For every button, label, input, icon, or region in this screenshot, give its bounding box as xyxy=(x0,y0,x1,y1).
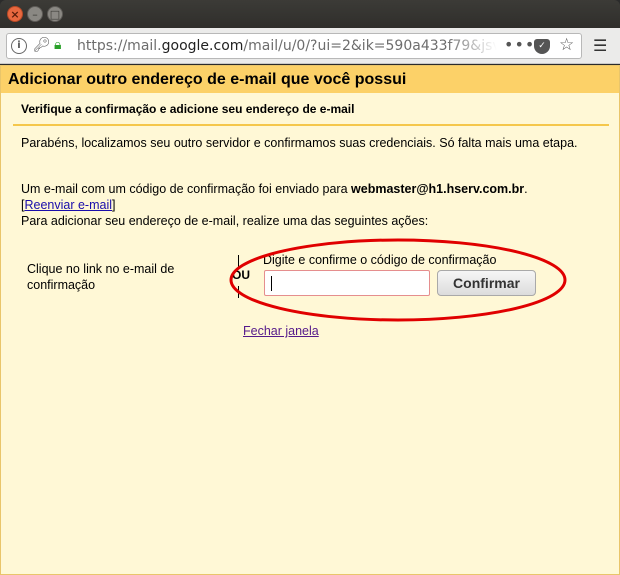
code-label: Digite e confirme o código de confirmaçã… xyxy=(263,253,497,267)
link-option-text: Clique no link no e-mail de confirmação xyxy=(27,262,175,292)
url-prefix: https://mail. xyxy=(77,38,162,54)
email-address: webmaster@h1.hserv.com.br xyxy=(351,182,525,196)
text-caret xyxy=(271,276,272,291)
url-host: google.com xyxy=(161,38,244,54)
success-message: Parabéns, localizamos seu outro servidor… xyxy=(21,136,578,150)
star-icon[interactable]: ☆ xyxy=(559,35,574,55)
lock-icon[interactable]: 🔒︎ xyxy=(54,37,61,53)
url-text[interactable]: https://mail.google.com/mail/u/0/?ui=2&i… xyxy=(77,38,497,54)
dialog-page: Adicionar outro endereço de e-mail que v… xyxy=(0,65,620,575)
separator-line-top xyxy=(238,255,239,267)
confirmation-code-input[interactable] xyxy=(264,270,430,296)
page-header: Adicionar outro endereço de e-mail que v… xyxy=(1,66,619,93)
section-title: Verifique a confirmação e adicione seu e… xyxy=(21,102,355,116)
confirmation-info: Um e-mail com um código de confirmação f… xyxy=(21,181,601,229)
sent-text: Um e-mail com um código de confirmação f… xyxy=(21,182,352,196)
close-window-link[interactable]: Fechar janela xyxy=(243,324,319,338)
window-close-button[interactable]: × xyxy=(7,6,23,22)
url-rest: /mail/u/0/?ui=2&ik=590a433f79&jsver= xyxy=(243,38,497,54)
bracket-close: ] xyxy=(112,198,116,212)
info-icon[interactable]: i xyxy=(11,38,27,54)
instructions-text: Para adicionar seu endereço de e-mail, r… xyxy=(21,214,429,228)
more-icon[interactable]: ••• xyxy=(504,35,535,54)
resend-email-link[interactable]: Reenviar e-mail xyxy=(24,198,112,212)
page-title: Adicionar outro endereço de e-mail que v… xyxy=(8,71,407,88)
separator-line-bottom xyxy=(238,286,239,298)
key-icon[interactable]: 🔑︎ xyxy=(33,37,51,53)
browser-toolbar: i 🔑︎ 🔒︎ https://mail.google.com/mail/u/0… xyxy=(0,28,620,64)
or-separator: OU xyxy=(232,268,250,282)
url-bar[interactable]: i 🔑︎ 🔒︎ https://mail.google.com/mail/u/0… xyxy=(6,33,582,59)
period: . xyxy=(524,182,528,196)
pocket-icon[interactable]: ✓ xyxy=(534,39,550,54)
menu-icon[interactable]: ☰ xyxy=(593,36,607,55)
window-maximize-button[interactable]: □ xyxy=(47,6,63,22)
divider xyxy=(13,124,609,126)
window-titlebar: × – □ xyxy=(0,0,620,28)
window-minimize-button[interactable]: – xyxy=(27,6,43,22)
confirm-button[interactable]: Confirmar xyxy=(437,270,536,296)
